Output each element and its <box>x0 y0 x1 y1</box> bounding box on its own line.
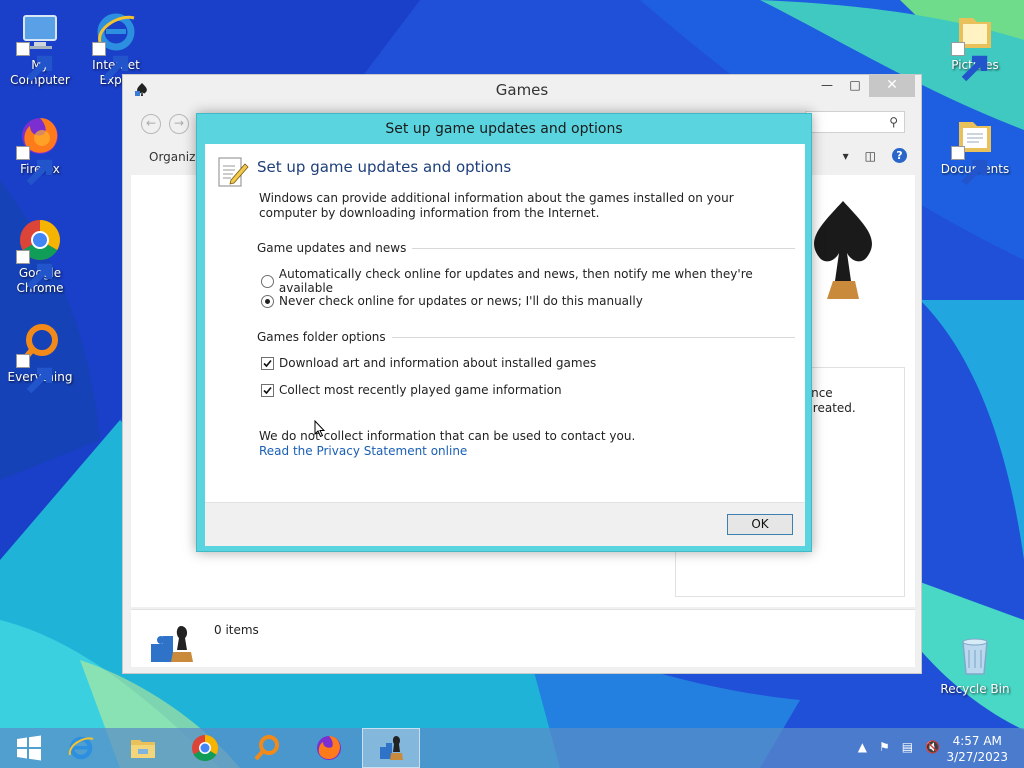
desktop-icon-recycle-bin[interactable]: Recycle Bin <box>935 632 1015 697</box>
privacy-statement-link[interactable]: Read the Privacy Statement online <box>259 444 467 458</box>
folder-icon <box>951 8 999 82</box>
checkbox[interactable] <box>261 383 274 397</box>
checkbox-download-art[interactable]: Download art and information about insta… <box>261 356 596 370</box>
radio-never-check[interactable]: Never check online for updates or news; … <box>261 294 643 308</box>
back-button[interactable]: ← <box>141 114 161 134</box>
radio-button-selected[interactable] <box>261 294 274 308</box>
games-app-icon <box>135 83 147 96</box>
dialog-footer: OK <box>205 502 805 546</box>
dialog-body: Set up game updates and options Windows … <box>205 144 805 546</box>
spade-chess-icon <box>814 201 872 299</box>
desktop-icon-documents[interactable]: Documents <box>935 112 1015 186</box>
taskbar-file-explorer[interactable] <box>114 728 172 768</box>
taskbar-games[interactable] <box>362 728 420 768</box>
mouse-cursor-icon <box>314 420 326 438</box>
group-label: Games folder options <box>257 330 386 344</box>
games-folder-group: Games folder options <box>257 330 795 344</box>
shortcut-arrow-icon <box>92 42 129 82</box>
clock-date: 3/27/2023 <box>946 750 1008 764</box>
dialog-heading: Set up game updates and options <box>257 158 512 176</box>
desktop-icon-my-computer[interactable]: My Computer <box>0 8 80 88</box>
games-app-icon <box>380 736 403 760</box>
shortcut-arrow-icon <box>951 42 988 82</box>
shortcut-arrow-icon <box>16 250 53 290</box>
checkbox[interactable] <box>261 356 274 370</box>
everything-search-icon <box>16 320 64 394</box>
checkmark-icon <box>263 359 272 367</box>
ok-button[interactable]: OK <box>727 514 793 535</box>
firefox-icon <box>317 736 341 760</box>
chrome-icon <box>16 216 64 290</box>
maximize-button[interactable]: □ <box>841 75 869 97</box>
radio-label: Automatically check online for updates a… <box>278 267 753 295</box>
forward-button[interactable]: → <box>169 114 189 134</box>
start-button[interactable] <box>0 728 58 768</box>
windows-logo-icon <box>17 735 41 761</box>
firefox-icon <box>16 112 64 186</box>
shortcut-arrow-icon <box>16 42 53 82</box>
desktop-icon-everything[interactable]: Everything <box>0 320 80 394</box>
show-hidden-icons-chevron-icon[interactable]: ▲ <box>858 740 867 754</box>
status-bar: 0 items <box>131 609 915 667</box>
game-updates-group: Game updates and news <box>257 241 795 255</box>
network-icon[interactable]: ▤ <box>902 740 913 754</box>
desktop-icon-label: Recycle Bin <box>940 682 1010 696</box>
everything-search-icon <box>254 735 279 761</box>
checkmark-icon <box>263 386 272 394</box>
desktop-icon-pictures[interactable]: Pictures <box>935 8 1015 82</box>
search-box[interactable]: ⚲ <box>805 111 905 133</box>
taskbar-clock[interactable]: 4:57 AM 3/27/2023 <box>946 733 1008 765</box>
radio-auto-check[interactable]: Automatically check online for updates a… <box>261 267 805 295</box>
chrome-icon <box>192 734 219 762</box>
action-center-flag-icon[interactable]: ⚑ <box>879 740 890 754</box>
search-icon: ⚲ <box>889 115 898 129</box>
item-count: 0 items <box>214 623 259 637</box>
group-divider <box>412 247 795 249</box>
games-window-title: Games <box>495 81 549 99</box>
checkbox-label: Collect most recently played game inform… <box>279 383 562 397</box>
taskbar-google-chrome[interactable] <box>176 728 234 768</box>
help-icon[interactable]: ? <box>892 148 907 163</box>
checkbox-label: Download art and information about insta… <box>279 356 597 370</box>
games-folder-icon <box>151 626 193 662</box>
shortcut-arrow-icon <box>951 146 988 186</box>
desktop-icon-google-chrome[interactable]: Google Chrome <box>0 216 80 296</box>
view-options-chevron-icon[interactable]: ▾ <box>843 149 849 163</box>
minimize-button[interactable]: — <box>813 75 841 97</box>
dialog-description: Windows can provide additional informati… <box>259 191 734 220</box>
desktop-icon-firefox[interactable]: Firefox <box>0 112 80 186</box>
games-title-bar[interactable]: Games — □ ✕ <box>123 75 921 105</box>
group-label: Game updates and news <box>257 241 407 255</box>
shortcut-arrow-icon <box>16 146 53 186</box>
clock-time: 4:57 AM <box>952 734 1002 748</box>
computer-icon <box>16 8 64 82</box>
shortcut-arrow-icon <box>16 354 53 394</box>
internet-explorer-icon <box>68 736 94 760</box>
file-explorer-icon <box>131 740 155 758</box>
dialog-title-bar[interactable]: Set up game updates and options <box>197 114 811 144</box>
taskbar-firefox[interactable] <box>300 728 358 768</box>
game-updates-dialog: Set up game updates and options Set up g… <box>196 113 812 552</box>
close-button[interactable]: ✕ <box>869 75 915 97</box>
system-tray: ▲ ⚑ ▤ 🔇 <box>858 740 940 754</box>
internet-explorer-icon <box>92 8 140 82</box>
folder-icon <box>951 112 999 186</box>
preview-pane-icon[interactable]: ◫ <box>865 149 876 163</box>
taskbar: ▲ ⚑ ▤ 🔇 4:57 AM 3/27/2023 <box>0 728 1024 768</box>
radio-label: Never check online for updates or news; … <box>279 294 643 308</box>
recycle-bin-icon <box>951 632 999 680</box>
taskbar-everything[interactable] <box>238 728 296 768</box>
taskbar-internet-explorer[interactable] <box>52 728 110 768</box>
group-divider <box>391 336 795 338</box>
checkbox-collect-recent[interactable]: Collect most recently played game inform… <box>261 383 562 397</box>
document-pencil-icon <box>218 157 249 187</box>
volume-muted-icon[interactable]: 🔇 <box>925 740 940 754</box>
radio-button[interactable] <box>261 274 274 288</box>
organize-button[interactable]: Organize <box>149 150 203 164</box>
